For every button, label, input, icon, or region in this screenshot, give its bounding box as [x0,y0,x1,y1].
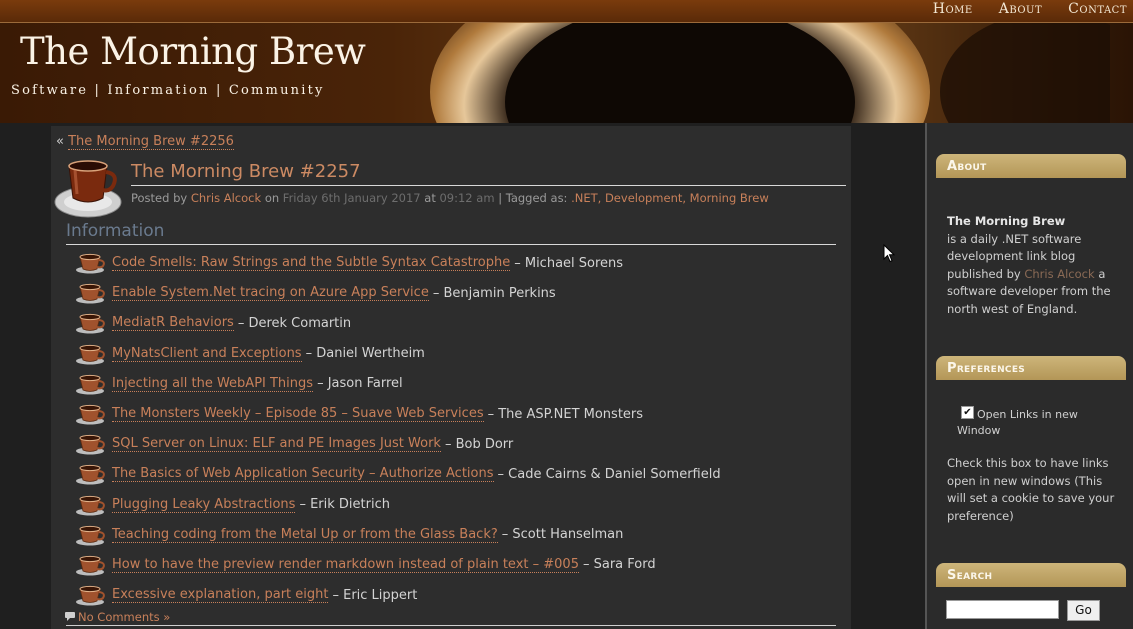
coffee-cup-icon [75,433,107,455]
article-link[interactable]: SQL Server on Linux: ELF and PE Images J… [112,436,441,453]
title-divider [131,185,846,186]
coffee-cup-icon [75,312,107,334]
article-link[interactable]: Injecting all the WebAPI Things [112,376,314,392]
meta-tags-links[interactable]: .NET, Development, Morning Brew [571,191,769,205]
comments-link[interactable]: No Comments » [78,610,170,624]
coffee-cup-icon [75,524,107,546]
article-author: – Scott Hanselman [501,527,624,543]
search-go-button[interactable]: Go [1067,600,1100,621]
meta-on: on [264,191,280,205]
list-item: The Basics of Web Application Security –… [75,459,721,489]
list-item: Injecting all the WebAPI Things – Jason F… [75,369,721,399]
top-nav-bar: Home About Contact [0,0,1133,23]
previous-post-nav: « The Morning Brew #2256 [56,134,234,150]
article-author: – Benjamin Perkins [432,285,556,301]
post-meta: Posted by Chris Alcock on Friday 6th Jan… [131,191,769,205]
search-input[interactable] [946,600,1059,619]
preferences-widget-heading: Preferences [936,356,1126,380]
meta-author-link[interactable]: Chris Alcock [191,191,261,205]
list-item: SQL Server on Linux: ELF and PE Images J… [75,429,721,459]
article-author: – Derek Comartin [237,315,352,331]
coffee-cup-icon [75,584,107,606]
section-divider [66,244,836,245]
meta-posted-by: Posted by [131,191,188,205]
article-link[interactable]: Teaching coding from the Metal Up or fro… [112,527,498,543]
nav-home-link[interactable]: Home [933,1,973,17]
coffee-cup-icon [75,463,107,485]
open-links-checkbox[interactable]: ✔ [961,406,974,419]
article-link[interactable]: Enable System.Net tracing on Azure App S… [112,285,429,302]
article-link[interactable]: MyNatsClient and Exceptions [112,346,302,362]
preferences-description: Check this box to have links open in new… [947,456,1115,523]
bottom-divider [66,625,836,626]
list-item: Code Smells: Raw Strings and the Subtle … [75,248,721,278]
list-item: MyNatsClient and Exceptions – Daniel Wert… [75,339,721,369]
coffee-cup-icon [75,282,107,304]
list-item: Excessive explanation, part eight – Eric … [75,580,721,610]
list-item: The Monsters Weekly – Episode 85 – Suave… [75,399,721,429]
link-list: Code Smells: Raw Strings and the Subtle … [75,248,721,610]
list-item: MediatR Behaviors – Derek Comartin [75,308,721,338]
article-author: – The ASP.NET Monsters [487,406,644,422]
comments-row: No Comments » [65,610,170,624]
list-item: How to have the preview render markdown … [75,550,721,580]
list-item: Plugging Leaky Abstractions – Erik Dietri… [75,490,721,520]
list-item: Enable System.Net tracing on Azure App S… [75,278,721,308]
article-author: – Erik Dietrich [299,497,390,513]
article-link[interactable]: How to have the preview render markdown … [112,557,579,573]
article-author: – Jason Farrel [317,376,403,392]
about-widget-heading: About [936,154,1126,178]
article-author: – Daniel Wertheim [305,346,425,362]
coffee-cup-icon [75,494,107,516]
article-link[interactable]: Excessive explanation, part eight [112,587,329,604]
list-item: Teaching coding from the Metal Up or fro… [75,520,721,550]
coffee-cup-icon [53,150,123,220]
mouse-cursor-icon [883,243,896,267]
about-author-link[interactable]: Chris Alcock [1024,267,1094,281]
sidebar: About The Morning Brew is a daily .NET s… [927,123,1133,629]
article-author: – Michael Sorens [514,255,624,271]
site-tagline: Software | Information | Community [11,83,325,98]
prev-arrow: « [56,134,64,149]
main-nav: Home About Contact [933,1,1127,17]
coffee-cup-banner [390,22,1110,123]
coffee-cup-icon [75,373,107,395]
meta-date: Friday 6th January 2017 [282,191,421,205]
about-site-name: The Morning Brew [947,214,1066,228]
coffee-cup-icon [75,343,107,365]
article-link[interactable]: MediatR Behaviors [112,315,234,332]
article-link[interactable]: Code Smells: Raw Strings and the Subtle … [112,255,511,272]
article-author: – Cade Cairns & Daniel Somerfield [497,466,721,482]
coffee-cup-icon [75,403,107,425]
open-links-label: Open Links in new Window [957,408,1078,437]
search-widget-heading: Search [936,563,1126,587]
meta-at: at [424,191,436,205]
about-widget-text: The Morning Brew is a daily .NET softwar… [947,213,1122,318]
comment-icon [65,610,75,624]
article-link[interactable]: The Monsters Weekly – Episode 85 – Suave… [112,406,484,423]
nav-about-link[interactable]: About [999,1,1042,17]
main-content: « The Morning Brew #2256 The Morning Bre… [51,126,851,629]
meta-time: 09:12 am [439,191,495,205]
coffee-cup-icon [75,252,107,274]
article-link[interactable]: Plugging Leaky Abstractions [112,497,296,513]
article-author: – Bob Dorr [444,436,514,452]
section-heading: Information [66,221,165,241]
post-title[interactable]: The Morning Brew #2257 [131,161,361,182]
article-author: – Sara Ford [582,557,656,573]
article-link[interactable]: The Basics of Web Application Security –… [112,466,494,483]
nav-contact-link[interactable]: Contact [1068,1,1127,17]
article-author: – Eric Lippert [332,587,418,603]
site-header: Home About Contact The Morning Brew Soft… [0,0,1133,123]
previous-post-link[interactable]: The Morning Brew #2256 [68,134,234,150]
meta-tagged-label: | Tagged as: [498,191,568,205]
site-title[interactable]: The Morning Brew [20,30,366,73]
coffee-cup-icon [75,554,107,576]
